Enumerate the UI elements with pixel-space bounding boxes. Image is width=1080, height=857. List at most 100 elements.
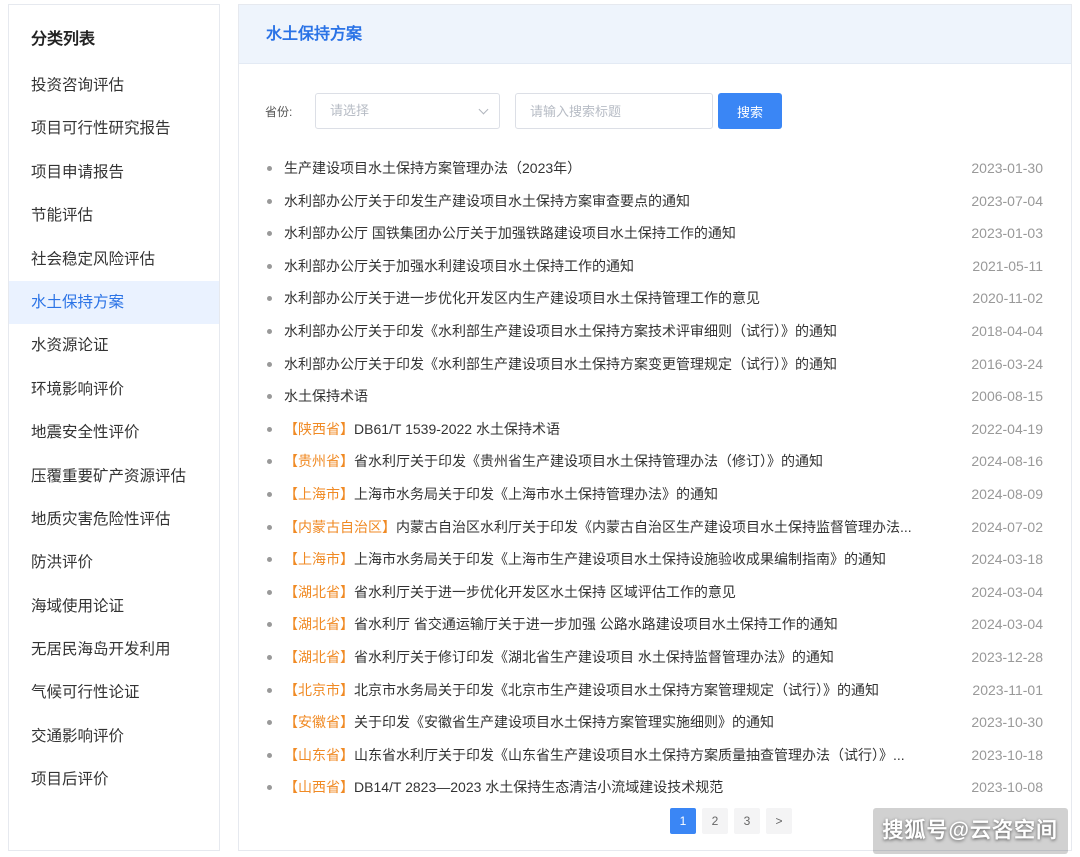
article-title-link[interactable]: 【贵州省】省水利厅关于印发《贵州省生产建设项目水土保持管理办法（修订）》的通知	[284, 445, 944, 478]
article-row[interactable]: 【内蒙古自治区】内蒙古自治区水利厅关于印发《内蒙古自治区生产建设项目水土保持监督…	[239, 511, 1071, 544]
article-row[interactable]: 水利部办公厅关于加强水利建设项目水土保持工作的通知 2021-05-11	[239, 250, 1071, 283]
article-row[interactable]: 水利部办公厅关于印发《水利部生产建设项目水土保持方案变更管理规定（试行）》的通知…	[239, 348, 1071, 381]
article-row[interactable]: 水利部办公厅关于印发《水利部生产建设项目水土保持方案技术评审细则（试行）》的通知…	[239, 315, 1071, 348]
province-tag: 【湖北省】	[284, 648, 354, 665]
bullet-icon	[267, 720, 272, 726]
sidebar-item[interactable]: 项目申请报告	[9, 151, 219, 194]
sidebar-item[interactable]: 项目可行性研究报告	[9, 107, 219, 150]
bullet-icon	[267, 785, 272, 791]
bullet-icon	[267, 166, 272, 171]
article-title-link[interactable]: 【湖北省】省水利厅 省交通运输厅关于进一步加强 公路水路建设项目水土保持工作的通…	[284, 608, 944, 641]
sidebar-item[interactable]: 地质灾害危险性评估	[9, 498, 219, 541]
article-date: 2023-10-08	[971, 779, 1043, 796]
article-title-link[interactable]: 水利部办公厅关于加强水利建设项目水土保持工作的通知	[284, 250, 944, 283]
sidebar-item[interactable]: 节能评估	[9, 194, 219, 237]
article-row[interactable]: 【上海市】上海市水务局关于印发《上海市生产建设项目水土保持设施验收成果编制指南》…	[239, 543, 1071, 576]
article-title-link[interactable]: 【湖北省】省水利厅关于进一步优化开发区水土保持 区域评估工作的意见	[284, 576, 944, 609]
bullet-icon	[267, 752, 272, 758]
article-title: 水利部办公厅关于印发《水利部生产建设项目水土保持方案技术评审细则（试行）》的通知	[284, 322, 837, 339]
sidebar-item[interactable]: 无居民海岛开发利用	[9, 628, 219, 671]
article-date: 2006-08-15	[971, 388, 1043, 405]
article-title-link[interactable]: 【内蒙古自治区】内蒙古自治区水利厅关于印发《内蒙古自治区生产建设项目水土保持监督…	[284, 511, 944, 544]
sidebar-item[interactable]: 地震安全性评价	[9, 411, 219, 454]
sidebar-item[interactable]: 投资咨询评估	[9, 64, 219, 107]
bullet-icon	[267, 263, 272, 269]
article-date: 2020-11-02	[972, 290, 1043, 307]
article-title: 省水利厅 省交通运输厅关于进一步加强 公路水路建设项目水土保持工作的通知	[354, 616, 838, 633]
article-row[interactable]: 水利部办公厅关于进一步优化开发区内生产建设项目水土保持管理工作的意见 2020-1…	[239, 282, 1071, 315]
province-tag: 【山西省】	[284, 779, 354, 796]
sidebar-item[interactable]: 社会稳定风险评估	[9, 238, 219, 281]
sidebar-item[interactable]: 海域使用论证	[9, 585, 219, 628]
article-row[interactable]: 【山东省】山东省水利厅关于印发《山东省生产建设项目水土保持方案质量抽查管理办法（…	[239, 739, 1071, 772]
next-page-button[interactable]: >	[766, 808, 792, 834]
article-list: 生产建设项目水土保持方案管理办法（2023年） 2023-01-30 水利部办公厅关…	[239, 152, 1071, 804]
bullet-icon	[267, 296, 272, 302]
article-date: 2022-04-19	[971, 420, 1043, 437]
province-tag: 【上海市】	[284, 551, 354, 568]
article-row[interactable]: 水利部办公厅关于印发生产建设项目水土保持方案审查要点的通知 2023-07-04	[239, 185, 1071, 218]
article-row[interactable]: 【上海市】上海市水务局关于印发《上海市水土保持管理办法》的通知 2024-08-0…	[239, 478, 1071, 511]
article-row[interactable]: 【山西省】DB14/T 2823—2023 水土保持生态清洁小流域建设技术规范 2…	[239, 771, 1071, 804]
article-row[interactable]: 【贵州省】省水利厅关于印发《贵州省生产建设项目水土保持管理办法（修订）》的通知 2…	[239, 445, 1071, 478]
article-row[interactable]: 【湖北省】省水利厅关于进一步优化开发区水土保持 区域评估工作的意见 2024-03…	[239, 576, 1071, 609]
sidebar: 分类列表 投资咨询评估 项目可行性研究报告 项目申请报告 节能评估 社会稳定风险评估 水土…	[8, 4, 220, 851]
sidebar-item[interactable]: 交通影响评价	[9, 715, 219, 758]
article-date: 2018-04-04	[971, 322, 1043, 339]
article-title-link[interactable]: 【安徽省】关于印发《安徽省生产建设项目水土保持方案管理实施细则》的通知	[284, 706, 944, 739]
article-title: 水利部办公厅关于印发《水利部生产建设项目水土保持方案变更管理规定（试行）》的通知	[284, 355, 837, 372]
sidebar-item[interactable]: 水资源论证	[9, 324, 219, 367]
province-tag: 【湖北省】	[284, 583, 354, 600]
province-tag: 【北京市】	[284, 681, 354, 698]
province-tag: 【陕西省】	[284, 420, 354, 437]
sidebar-item[interactable]: 气候可行性论证	[9, 671, 219, 714]
province-select[interactable]: 请选择	[315, 93, 500, 129]
page-button[interactable]: 3	[734, 808, 760, 834]
bullet-icon	[267, 524, 272, 530]
article-title-link[interactable]: 【北京市】北京市水务局关于印发《北京市生产建设项目水土保持方案管理规定（试行）》…	[284, 674, 944, 707]
article-row[interactable]: 【北京市】北京市水务局关于印发《北京市生产建设项目水土保持方案管理规定（试行）》…	[239, 674, 1071, 707]
article-title-link[interactable]: 生产建设项目水土保持方案管理办法（2023年）	[284, 152, 944, 185]
article-title-link[interactable]: 水利部办公厅关于印发生产建设项目水土保持方案审查要点的通知	[284, 185, 944, 218]
article-title: 山东省水利厅关于印发《山东省生产建设项目水土保持方案质量抽查管理办法（试行）》.…	[354, 746, 905, 763]
article-title-link[interactable]: 水利部办公厅关于进一步优化开发区内生产建设项目水土保持管理工作的意见	[284, 282, 944, 315]
article-title-link[interactable]: 【山东省】山东省水利厅关于印发《山东省生产建设项目水土保持方案质量抽查管理办法（…	[284, 739, 944, 772]
article-row[interactable]: 【湖北省】省水利厅 省交通运输厅关于进一步加强 公路水路建设项目水土保持工作的通…	[239, 608, 1071, 641]
bullet-icon	[267, 231, 272, 237]
sidebar-item[interactable]: 项目后评价	[9, 758, 219, 801]
article-title: 省水利厅关于印发《贵州省生产建设项目水土保持管理办法（修订）》的通知	[354, 453, 823, 470]
article-date: 2023-07-04	[971, 192, 1043, 209]
article-row[interactable]: 水利部办公厅 国铁集团办公厅关于加强铁路建设项目水土保持工作的通知 2023-01…	[239, 217, 1071, 250]
article-title-link[interactable]: 水利部办公厅关于印发《水利部生产建设项目水土保持方案变更管理规定（试行）》的通知	[284, 348, 944, 381]
article-title-link[interactable]: 水利部办公厅 国铁集团办公厅关于加强铁路建设项目水土保持工作的通知	[284, 217, 944, 250]
article-title-link[interactable]: 水土保持术语	[284, 380, 944, 413]
article-title: 水利部办公厅 国铁集团办公厅关于加强铁路建设项目水土保持工作的通知	[284, 225, 736, 242]
article-row[interactable]: 【湖北省】省水利厅关于修订印发《湖北省生产建设项目 水土保持监督管理办法》的通知…	[239, 641, 1071, 674]
article-title-link[interactable]: 【上海市】上海市水务局关于印发《上海市水土保持管理办法》的通知	[284, 478, 944, 511]
sidebar-item[interactable]: 压覆重要矿产资源评估	[9, 455, 219, 498]
article-date: 2021-05-11	[972, 257, 1043, 274]
watermark-text: 搜狐号@云咨空间	[872, 808, 1068, 854]
sidebar-item[interactable]: 防洪评价	[9, 541, 219, 584]
article-title-link[interactable]: 水利部办公厅关于印发《水利部生产建设项目水土保持方案技术评审细则（试行）》的通知	[284, 315, 944, 348]
article-title-link[interactable]: 【湖北省】省水利厅关于修订印发《湖北省生产建设项目 水土保持监督管理办法》的通知	[284, 641, 944, 674]
article-date: 2023-11-01	[972, 681, 1043, 698]
page-button[interactable]: 1	[670, 808, 696, 834]
article-title-link[interactable]: 【上海市】上海市水务局关于印发《上海市生产建设项目水土保持设施验收成果编制指南》…	[284, 543, 944, 576]
sidebar-item[interactable]: 环境影响评价	[9, 368, 219, 411]
search-input[interactable]	[515, 93, 713, 129]
page-button[interactable]: 2	[702, 808, 728, 834]
article-title: 省水利厅关于进一步优化开发区水土保持 区域评估工作的意见	[354, 583, 736, 600]
search-button[interactable]: 搜索	[718, 93, 782, 129]
article-row[interactable]: 【陕西省】DB61/T 1539-2022 水土保持术语 2022-04-19	[239, 413, 1071, 446]
article-row[interactable]: 生产建设项目水土保持方案管理办法（2023年） 2023-01-30	[239, 152, 1071, 185]
article-row[interactable]: 水土保持术语 2006-08-15	[239, 380, 1071, 413]
sidebar-item[interactable]: 水土保持方案	[9, 280, 219, 325]
article-row[interactable]: 【安徽省】关于印发《安徽省生产建设项目水土保持方案管理实施细则》的通知 2023-…	[239, 706, 1071, 739]
article-title-link[interactable]: 【陕西省】DB61/T 1539-2022 水土保持术语	[284, 413, 944, 446]
article-title-link[interactable]: 【山西省】DB14/T 2823—2023 水土保持生态清洁小流域建设技术规范	[284, 771, 944, 804]
sidebar-title: 分类列表	[31, 31, 96, 48]
province-tag: 【湖北省】	[284, 616, 354, 633]
article-date: 2023-10-30	[971, 714, 1043, 731]
article-title: 水土保持术语	[284, 388, 368, 405]
